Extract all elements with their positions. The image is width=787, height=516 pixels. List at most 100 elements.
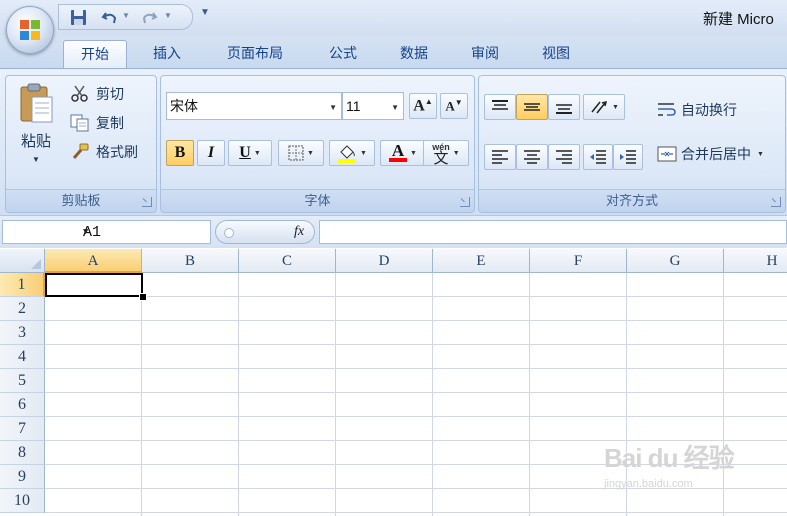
row-header-1[interactable]: 1	[0, 273, 45, 297]
office-button[interactable]	[6, 6, 54, 54]
underline-label: U	[239, 144, 251, 161]
borders-icon	[288, 145, 304, 161]
italic-button[interactable]: I	[197, 140, 225, 166]
row-header-5[interactable]: 5	[0, 369, 45, 393]
merge-center-label: 合并后居中	[681, 146, 751, 162]
align-left-button[interactable]	[484, 144, 516, 170]
gridline-horizontal	[45, 392, 787, 393]
align-middle-icon	[524, 103, 540, 111]
title-bar: ▼ ▼ ▼ 新建 Micro	[0, 0, 787, 36]
column-header-f[interactable]: F	[530, 249, 627, 273]
formula-input[interactable]	[319, 220, 787, 244]
column-header-g[interactable]: G	[627, 249, 724, 273]
font-dialog-launcher-icon[interactable]	[460, 197, 470, 207]
format-painter-button[interactable]: 格式刷	[70, 142, 138, 162]
format-painter-label: 格式刷	[96, 144, 138, 160]
tab-review[interactable]: 审阅	[458, 40, 512, 66]
align-bottom-button[interactable]	[548, 94, 580, 120]
row-header-10[interactable]: 10	[0, 489, 45, 513]
column-header-c[interactable]: C	[239, 249, 336, 273]
align-center-button[interactable]	[516, 144, 548, 170]
undo-button[interactable]	[99, 7, 119, 27]
worksheet-grid[interactable]: A B C D E F G H 1 2 3 4 5 6 7 8 9 10	[0, 249, 787, 516]
font-group-label: 字体	[161, 189, 474, 212]
font-name-select[interactable]: 宋体 ▼	[166, 92, 342, 120]
align-right-button[interactable]	[548, 144, 580, 170]
tab-data[interactable]: 数据	[387, 40, 441, 66]
row-header-8[interactable]: 8	[0, 441, 45, 465]
tab-formulas[interactable]: 公式	[316, 40, 370, 66]
font-size-select[interactable]: 11 ▼	[342, 92, 404, 120]
customize-toolbar-icon[interactable]: ▼	[200, 7, 210, 18]
grow-font-button[interactable]: A▲	[409, 93, 437, 119]
row-header-4[interactable]: 4	[0, 345, 45, 369]
align-bottom-icon	[556, 104, 572, 114]
clipboard-group-label: 剪贴板	[6, 189, 156, 212]
fill-color-button[interactable]: ▼	[329, 140, 375, 166]
clipboard-group: 粘贴 ▼ 剪切 复制 格式刷 剪贴板	[5, 75, 157, 213]
column-header-d[interactable]: D	[336, 249, 433, 273]
wrap-text-label: 自动换行	[681, 102, 737, 118]
redo-dropdown-icon[interactable]: ▼	[164, 11, 172, 20]
fill-bucket-icon	[338, 145, 357, 163]
font-color-button[interactable]: A ▼	[380, 140, 426, 166]
cut-button[interactable]: 剪切	[70, 84, 124, 104]
save-button[interactable]	[67, 7, 89, 27]
row-header-3[interactable]: 3	[0, 321, 45, 345]
tab-page-layout[interactable]: 页面布局	[215, 40, 295, 66]
bold-button[interactable]: B	[166, 140, 194, 166]
insert-function-control: fx	[215, 220, 315, 244]
alignment-group: ▼ 自动换行 合并后居中 ▼ 对齐方式	[478, 75, 786, 213]
tab-view[interactable]: 视图	[529, 40, 583, 66]
row-header-2[interactable]: 2	[0, 297, 45, 321]
shrink-font-icon: A▼	[445, 97, 463, 114]
increase-indent-button[interactable]	[613, 144, 643, 170]
gridline-horizontal	[45, 512, 787, 513]
row-header-9[interactable]: 9	[0, 465, 45, 489]
format-painter-icon	[72, 143, 89, 159]
name-box[interactable]: A1 ▼	[2, 220, 211, 244]
redo-icon	[142, 11, 158, 23]
active-cell[interactable]	[45, 273, 143, 297]
watermark-text: Bai du 经验	[604, 443, 735, 473]
tab-insert[interactable]: 插入	[140, 40, 194, 66]
wrap-text-icon	[658, 103, 676, 116]
fill-handle[interactable]	[139, 293, 147, 301]
column-header-a[interactable]: A	[45, 249, 142, 273]
borders-button[interactable]: ▼	[278, 140, 324, 166]
copy-button[interactable]: 复制	[70, 113, 124, 133]
alignment-group-label: 对齐方式	[479, 189, 785, 212]
redo-button[interactable]	[139, 7, 159, 27]
tab-home[interactable]: 开始	[63, 40, 127, 69]
orientation-button[interactable]: ▼	[583, 94, 625, 120]
undo-dropdown-icon[interactable]: ▼	[122, 11, 130, 20]
paste-button[interactable]: 粘贴 ▼	[12, 82, 60, 182]
merge-center-icon	[657, 146, 677, 162]
align-top-icon	[492, 100, 508, 110]
insert-function-button[interactable]: fx	[294, 224, 304, 240]
decrease-indent-button[interactable]	[583, 144, 613, 170]
align-middle-button[interactable]	[516, 94, 548, 120]
row-header-7[interactable]: 7	[0, 417, 45, 441]
window-title: 新建 Micro	[703, 11, 774, 28]
phonetic-guide-button[interactable]: wén 文 ▼	[423, 140, 469, 166]
merge-center-button[interactable]: 合并后居中 ▼	[657, 144, 764, 164]
gridline-horizontal	[45, 416, 787, 417]
select-all-button[interactable]	[0, 249, 45, 273]
align-right-icon	[556, 150, 572, 164]
font-color-dropdown-icon: ▼	[410, 149, 417, 157]
row-header-6[interactable]: 6	[0, 393, 45, 417]
underline-button[interactable]: U ▼	[228, 140, 272, 166]
alignment-dialog-launcher-icon[interactable]	[771, 197, 781, 207]
align-top-button[interactable]	[484, 94, 516, 120]
paste-dropdown-icon: ▼	[32, 155, 40, 164]
formula-bar-resize-handle[interactable]	[224, 228, 234, 238]
bold-label: B	[174, 144, 186, 161]
column-header-h[interactable]: H	[724, 249, 787, 273]
shrink-font-button[interactable]: A▼	[440, 93, 468, 119]
column-header-b[interactable]: B	[142, 249, 239, 273]
name-box-dropdown-icon[interactable]: ▼	[83, 227, 206, 237]
clipboard-dialog-launcher-icon[interactable]	[142, 197, 152, 207]
wrap-text-button[interactable]: 自动换行	[657, 100, 737, 120]
column-header-e[interactable]: E	[433, 249, 530, 273]
